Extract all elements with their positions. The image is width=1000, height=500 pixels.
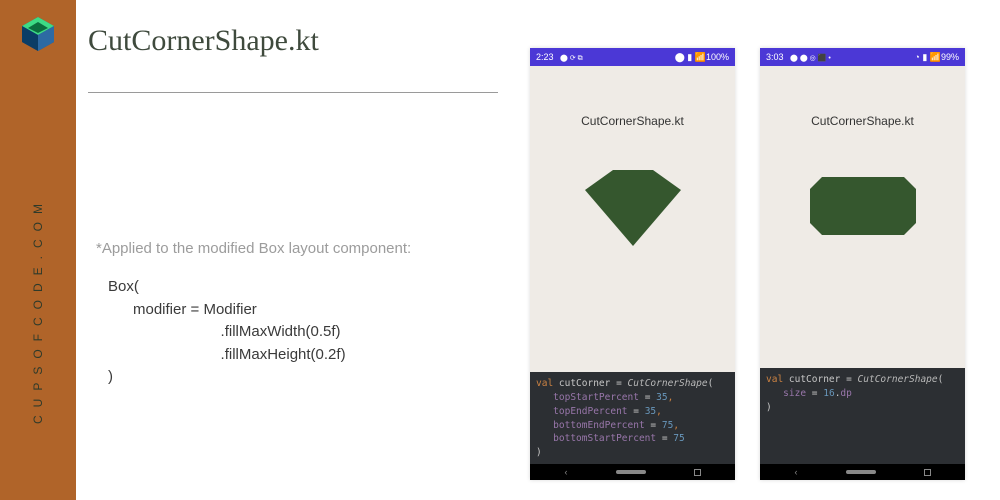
recents-icon[interactable] xyxy=(924,469,931,476)
status-bar: 3:03 ⬤ ⬤ ◎ ⬛ • ◔ ▮ 📶99% xyxy=(760,48,965,66)
android-navbar: ‹ xyxy=(530,464,735,480)
status-time: 2:23 xyxy=(536,52,554,62)
page-title: CutCornerShape.kt xyxy=(88,24,319,58)
back-icon[interactable]: ‹ xyxy=(795,467,798,477)
shape-preview xyxy=(530,146,735,266)
status-time: 3:03 xyxy=(766,52,784,62)
divider xyxy=(88,92,498,93)
status-bar: 2:23 ⬤ ⟳ ⧉ ⬤ ▮ 📶100% xyxy=(530,48,735,66)
recents-icon[interactable] xyxy=(694,469,701,476)
shape-preview xyxy=(760,146,965,266)
phone-heading: CutCornerShape.kt xyxy=(530,114,735,128)
phone-mock-octagon: 3:03 ⬤ ⬤ ◎ ⬛ • ◔ ▮ 📶99% CutCornerShape.k… xyxy=(760,48,965,480)
status-right-icons: ◔ ▮ 📶99% xyxy=(914,52,959,63)
sidebar-site-text: CUPSOFCODE.COM xyxy=(31,196,45,424)
status-right-icons: ⬤ ▮ 📶100% xyxy=(675,52,729,63)
phone-code-block: val cutCorner = CutCornerShape( topStart… xyxy=(530,372,735,464)
status-left-icons: ⬤ ⟳ ⧉ xyxy=(560,55,583,62)
box-code-snippet: Box( modifier = Modifier .fillMaxWidth(0… xyxy=(108,276,346,389)
note-text: *Applied to the modified Box layout comp… xyxy=(96,240,411,257)
android-navbar: ‹ xyxy=(760,464,965,480)
status-left-icons: ⬤ ⬤ ◎ ⬛ • xyxy=(790,55,831,62)
cut-corner-diamond-icon xyxy=(583,162,683,250)
phone-heading: CutCornerShape.kt xyxy=(760,114,965,128)
back-icon[interactable]: ‹ xyxy=(565,467,568,477)
sidebar: CUPSOFCODE.COM xyxy=(0,0,76,500)
phone-mock-diamond: 2:23 ⬤ ⟳ ⧉ ⬤ ▮ 📶100% CutCornerShape.kt v… xyxy=(530,48,735,480)
home-icon[interactable] xyxy=(846,470,876,474)
home-icon[interactable] xyxy=(616,470,646,474)
cut-corner-octagon-icon xyxy=(808,171,918,241)
phone-code-block: val cutCorner = CutCornerShape( size = 1… xyxy=(760,368,965,464)
compose-logo-icon xyxy=(14,10,62,58)
